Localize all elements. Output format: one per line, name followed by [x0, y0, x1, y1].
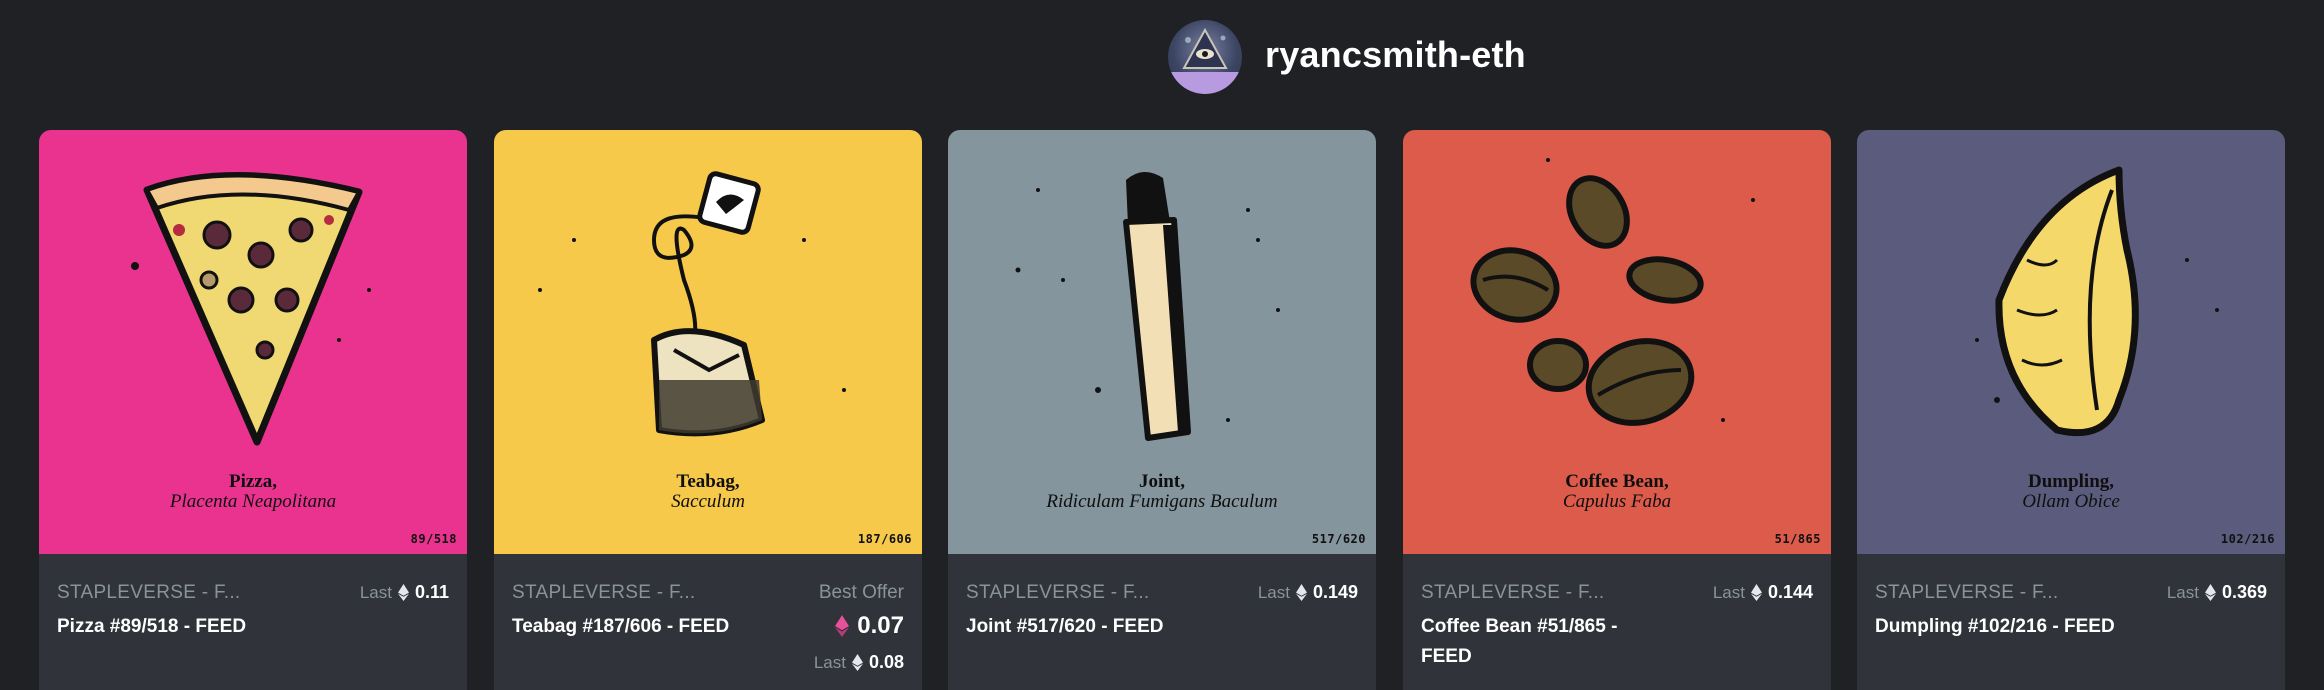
weth-icon	[835, 615, 850, 637]
last-label: Last	[1712, 582, 1745, 602]
artwork-caption: Pizza, Placenta Neapolitana	[39, 472, 467, 512]
last-label: Last	[359, 582, 392, 602]
last-price: 0.144	[1767, 582, 1813, 602]
artwork-title: Pizza,	[228, 471, 277, 492]
profile-header: ryancsmith-eth	[0, 0, 2324, 130]
artwork-title: Coffee Bean,	[1565, 471, 1669, 492]
eth-icon	[397, 584, 409, 601]
collection-name[interactable]: STAPLEVERSE - F...	[966, 582, 1150, 604]
artwork-caption: Joint, Ridiculam Fumigans Baculum	[948, 472, 1376, 512]
eth-icon	[1750, 584, 1762, 601]
edition-label: 187/606	[857, 532, 912, 546]
nft-card-dumpling[interactable]: Dumpling, Ollam Obice 102/216 STAPLEVERS…	[1857, 130, 2285, 690]
last-sale: Last 0.11	[360, 582, 449, 603]
nft-artwork[interactable]: Pizza, Placenta Neapolitana 89/518	[39, 130, 467, 554]
last-sale: Last 0.369	[2167, 582, 2267, 603]
last-label: Last	[2166, 582, 2199, 602]
eth-icon	[1295, 584, 1307, 601]
edition-label: 51/865	[1774, 532, 1821, 546]
card-info: STAPLEVERSE - F... Dumpling #102/216 - F…	[1857, 554, 2285, 690]
nft-name[interactable]: Pizza #89/518 - FEED	[57, 612, 307, 642]
last-sale: Last 0.08	[814, 652, 904, 673]
nft-artwork[interactable]: Coffee Bean, Capulus Faba 51/865	[1403, 130, 1831, 554]
last-price: 0.11	[414, 582, 449, 602]
profile-username[interactable]: ryancsmith-eth	[1265, 34, 1526, 76]
artwork-title: Teabag,	[676, 471, 740, 492]
artwork-title: Dumpling,	[2027, 471, 2115, 492]
last-label: Last	[1257, 582, 1290, 602]
nft-artwork[interactable]: Teabag, Sacculum 187/606	[494, 130, 922, 554]
card-info: STAPLEVERSE - F... Pizza #89/518 - FEED …	[39, 554, 467, 690]
nft-name[interactable]: Coffee Bean #51/865 - FEED	[1421, 612, 1671, 672]
artwork-caption: Dumpling, Ollam Obice	[1857, 472, 2285, 512]
artwork-caption: Teabag, Sacculum	[494, 472, 922, 512]
last-sale: Last 0.149	[1258, 582, 1358, 603]
collection-name[interactable]: STAPLEVERSE - F...	[57, 582, 241, 604]
nft-name[interactable]: Dumpling #102/216 - FEED	[1875, 612, 2125, 642]
nft-artwork[interactable]: Joint, Ridiculam Fumigans Baculum 517/62…	[948, 130, 1376, 554]
collection-name[interactable]: STAPLEVERSE - F...	[1875, 582, 2059, 604]
eth-icon	[2204, 584, 2216, 601]
nft-card-teabag[interactable]: Teabag, Sacculum 187/606 STAPLEVERSE - F…	[494, 130, 922, 690]
nft-card-coffee-bean[interactable]: Coffee Bean, Capulus Faba 51/865 STAPLEV…	[1403, 130, 1831, 690]
card-info: STAPLEVERSE - F... Teabag #187/606 - FEE…	[494, 554, 922, 690]
artwork-latin-name: Ridiculam Fumigans Baculum	[1046, 491, 1278, 512]
artwork-latin-name: Sacculum	[671, 491, 745, 512]
nft-name[interactable]: Joint #517/620 - FEED	[966, 612, 1216, 642]
avatar[interactable]	[1168, 20, 1242, 94]
last-label: Last	[813, 652, 846, 672]
artwork-latin-name: Placenta Neapolitana	[169, 491, 337, 512]
best-offer: 0.07	[835, 612, 904, 640]
nft-card-joint[interactable]: Joint, Ridiculam Fumigans Baculum 517/62…	[948, 130, 1376, 690]
nft-card-pizza[interactable]: Pizza, Placenta Neapolitana 89/518 STAPL…	[39, 130, 467, 690]
best-offer-label: Best Offer	[818, 582, 904, 603]
last-price: 0.149	[1312, 582, 1358, 602]
edition-label: 517/620	[1311, 532, 1366, 546]
collection-name[interactable]: STAPLEVERSE - F...	[512, 582, 696, 604]
last-price: 0.08	[868, 652, 904, 672]
edition-label: 89/518	[410, 532, 457, 546]
collection-name[interactable]: STAPLEVERSE - F...	[1421, 582, 1605, 604]
edition-label: 102/216	[2220, 532, 2275, 546]
artwork-latin-name: Ollam Obice	[2022, 491, 2120, 512]
nft-name[interactable]: Teabag #187/606 - FEED	[512, 612, 762, 642]
eth-icon	[851, 654, 863, 671]
card-info: STAPLEVERSE - F... Coffee Bean #51/865 -…	[1403, 554, 1831, 690]
artwork-caption: Coffee Bean, Capulus Faba	[1403, 472, 1831, 512]
artwork-latin-name: Capulus Faba	[1562, 491, 1672, 512]
best-offer-price: 0.07	[857, 612, 904, 639]
artwork-title: Joint,	[1139, 471, 1185, 492]
last-price: 0.369	[2221, 582, 2267, 602]
last-sale: Last 0.144	[1713, 582, 1813, 603]
card-info: STAPLEVERSE - F... Joint #517/620 - FEED…	[948, 554, 1376, 690]
nft-artwork[interactable]: Dumpling, Ollam Obice 102/216	[1857, 130, 2285, 554]
